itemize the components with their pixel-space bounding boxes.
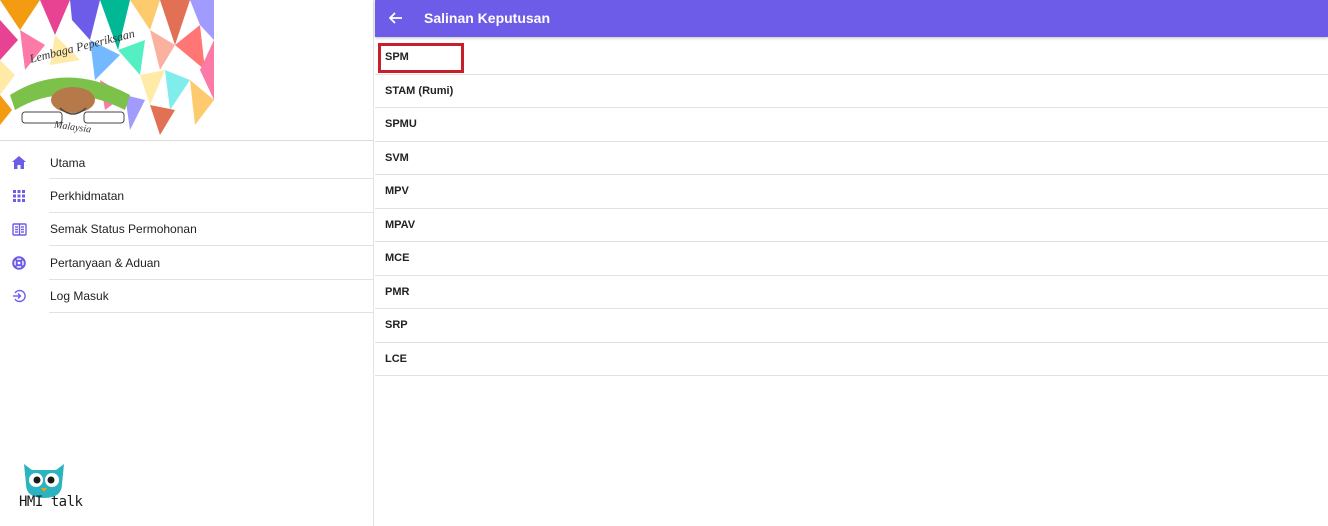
sidebar-item-label: Log Masuk <box>50 289 109 304</box>
sidebar-item-label: Utama <box>50 155 86 170</box>
sidebar-item-utama[interactable]: Utama <box>0 146 374 180</box>
list-item-label: MPV <box>385 185 409 198</box>
page-title: Salinan Keputusan <box>424 10 551 26</box>
list-item-label: LCE <box>385 352 407 365</box>
sidebar-item-perkhidmatan[interactable]: Perkhidmatan <box>0 179 374 213</box>
list-item-spmu[interactable]: SPMU <box>375 108 1328 142</box>
list-item-pmr[interactable]: PMR <box>375 276 1328 309</box>
sidebar-item-label: Semak Status Permohonan <box>50 222 197 237</box>
list-item-label: SPMU <box>385 118 417 131</box>
list-item-label: SPM <box>385 51 409 64</box>
list-item-label: SVM <box>385 151 409 164</box>
sidebar-nav: Utama Perkhidmatan Semak Status Permohon… <box>0 146 374 313</box>
newspaper-icon <box>10 220 28 238</box>
sidebar-item-log-masuk[interactable]: Log Masuk <box>0 280 374 313</box>
list-item-label: SRP <box>385 319 408 332</box>
list-item-label: PMR <box>385 285 410 298</box>
list-item-mce[interactable]: MCE <box>375 242 1328 276</box>
list-item-spm[interactable]: SPM <box>375 41 1328 75</box>
divider <box>49 311 374 313</box>
apps-grid-icon <box>10 187 28 205</box>
sidebar-item-label: Pertanyaan & Aduan <box>50 255 161 270</box>
list-item-label: MPAV <box>385 218 416 231</box>
exam-list: SPM STAM (Rumi) SPMU SVM MPV MPAV MCE PM… <box>375 41 1328 376</box>
back-button[interactable] <box>387 9 405 27</box>
list-item-mpv[interactable]: MPV <box>375 175 1328 209</box>
list-item-label: STAM (Rumi) <box>385 84 454 97</box>
home-icon <box>10 154 28 172</box>
sidebar-item-pertanyaan-aduan[interactable]: Pertanyaan & Aduan <box>0 246 374 280</box>
list-item-mpav[interactable]: MPAV <box>375 209 1328 242</box>
list-item-srp[interactable]: SRP <box>375 309 1328 343</box>
list-item-label: MCE <box>385 252 410 265</box>
list-item-stam-rumi[interactable]: STAM (Rumi) <box>375 75 1328 108</box>
sidebar: Lembaga Peperiksaan Malaysia Utama Perkh… <box>0 0 374 526</box>
app-bar: Salinan Keputusan <box>375 0 1328 37</box>
sidebar-item-semak-status[interactable]: Semak Status Permohonan <box>0 213 374 247</box>
login-icon <box>10 287 28 305</box>
watermark-text: HMI talk <box>19 494 83 510</box>
arrow-left-icon <box>389 12 402 24</box>
app-window: Lembaga Peperiksaan Malaysia Utama Perkh… <box>0 0 1328 526</box>
sidebar-item-label: Perkhidmatan <box>50 189 125 204</box>
list-item-svm[interactable]: SVM <box>375 142 1328 175</box>
list-item-lce[interactable]: LCE <box>375 343 1328 376</box>
sidebar-banner: Lembaga Peperiksaan Malaysia <box>0 0 374 141</box>
lifebuoy-icon <box>10 254 28 272</box>
